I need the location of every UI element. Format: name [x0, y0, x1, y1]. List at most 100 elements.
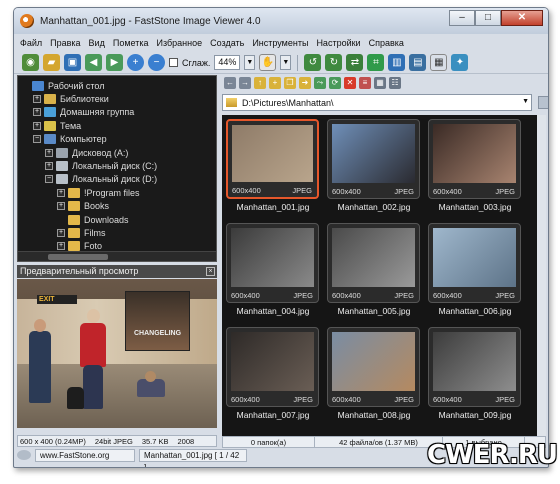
address-path: D:\Pictures\Manhattan\ [242, 97, 334, 108]
forward-icon[interactable]: → [239, 77, 251, 89]
menu-item-8[interactable]: Справка [369, 38, 404, 48]
compare-icon[interactable]: ▥ [388, 54, 406, 71]
tree-item[interactable]: − Локальный диск (D:) [45, 173, 157, 186]
open-folder-icon[interactable]: ▰ [43, 54, 60, 71]
thumbnail-item[interactable]: 600x400 JPEG Manhattan_006.jpg [426, 221, 522, 322]
chevron-down-icon[interactable]: ▼ [280, 55, 292, 70]
thumb-size-icon[interactable]: ▦ [374, 77, 386, 89]
thumbnail-frame[interactable]: 600x400 JPEG [428, 119, 521, 199]
fullscreen-icon[interactable]: ✦ [451, 54, 469, 71]
grid-scrollbar[interactable] [537, 115, 546, 436]
copy-folder-icon[interactable]: ❐ [284, 77, 296, 89]
save-icon[interactable]: ▣ [64, 54, 81, 71]
expand-icon[interactable]: + [33, 94, 41, 103]
thumbnail-frame[interactable]: 600x400 JPEG [226, 223, 319, 303]
tree-item[interactable]: + Домашняя группа [33, 106, 134, 119]
rotate-right-icon[interactable]: ↻ [325, 54, 343, 71]
expand-icon[interactable]: + [45, 161, 53, 170]
new-folder-icon[interactable]: + [269, 77, 281, 89]
menu-item-7[interactable]: Настройки [316, 38, 360, 48]
address-bar[interactable]: D:\Pictures\Manhattan\ ▼ [222, 94, 532, 111]
menu-item-5[interactable]: Создать [210, 38, 244, 48]
expand-icon[interactable]: + [45, 148, 53, 157]
close-button[interactable]: ✕ [501, 10, 543, 26]
crop-icon[interactable]: ⌗ [367, 54, 385, 71]
thumbnail-item[interactable]: 600x400 JPEG Manhattan_004.jpg [224, 221, 320, 322]
view-mode-icon[interactable]: ☷ [389, 77, 401, 89]
tree-item[interactable]: Downloads [57, 213, 129, 226]
browse-icon[interactable]: ◉ [22, 54, 39, 71]
thumbnail-frame[interactable]: 600x400 JPEG [226, 119, 319, 199]
zoom-select[interactable]: 44% [214, 55, 241, 70]
expand-icon[interactable]: + [33, 121, 41, 130]
copy-to-icon[interactable]: ⤳ [314, 77, 326, 89]
zoom-in-icon[interactable]: + [127, 54, 144, 71]
menu-item-0[interactable]: Файл [20, 38, 42, 48]
thumbnail-image [433, 124, 516, 183]
menu-item-6[interactable]: Инструменты [252, 38, 308, 48]
back-icon[interactable]: ← [224, 77, 236, 89]
rotate-left-icon[interactable]: ↺ [304, 54, 322, 71]
thumbnail-item[interactable]: 600x400 JPEG Manhattan_008.jpg [325, 325, 421, 426]
thumbnail-item[interactable]: 600x400 JPEG Manhattan_005.jpg [325, 221, 421, 322]
thumbnail-item[interactable]: 600x400 JPEG Manhattan_007.jpg [224, 325, 320, 426]
thumbnail-format: JPEG [293, 291, 313, 300]
collapse-icon[interactable]: − [33, 135, 41, 144]
thumbnail-frame[interactable]: 600x400 JPEG [327, 327, 420, 407]
tree-item[interactable]: + Тема [33, 119, 81, 132]
tree-scrollbar[interactable] [18, 251, 216, 261]
minimize-button[interactable]: – [449, 10, 475, 26]
thumbnail-frame[interactable]: 600x400 JPEG [428, 223, 521, 303]
thumbnail-view-icon[interactable]: ▦ [430, 54, 448, 71]
tree-item[interactable]: + Дисковод (A:) [45, 146, 128, 159]
sort-icon[interactable]: ≡ [359, 77, 371, 89]
tree-item[interactable]: + Films [57, 226, 106, 239]
chevron-down-icon[interactable]: ▼ [244, 55, 256, 70]
expand-icon[interactable]: + [57, 242, 65, 251]
tree-item[interactable]: − Компьютер [33, 133, 107, 146]
smooth-checkbox[interactable] [169, 58, 178, 67]
close-preview-icon[interactable]: × [206, 267, 215, 276]
expand-icon[interactable]: + [57, 202, 65, 211]
thumbnail-frame[interactable]: 600x400 JPEG [327, 119, 420, 199]
move-folder-icon[interactable]: ➜ [299, 77, 311, 89]
website-link[interactable]: www.FastStone.org [35, 448, 135, 462]
folder-up-icon[interactable]: ↑ [254, 77, 266, 89]
thumbnail-filename: Manhattan_005.jpg [337, 306, 411, 316]
chevron-down-icon[interactable]: ▼ [522, 98, 529, 105]
tree-item[interactable]: + Локальный диск (C:) [45, 159, 157, 172]
thumbnail-item[interactable]: 600x400 JPEG Manhattan_003.jpg [426, 117, 522, 218]
thumbnail-image [332, 228, 415, 287]
hand-tool-icon[interactable]: ✋ [259, 54, 277, 71]
thumbnail-frame[interactable]: 600x400 JPEG [327, 223, 420, 303]
delete-icon[interactable]: ✕ [344, 77, 356, 89]
menu-item-3[interactable]: Пометка [113, 38, 149, 48]
slideshow-icon[interactable]: ▤ [409, 54, 427, 71]
thumbnail-item[interactable]: 600x400 JPEG Manhattan_009.jpg [426, 325, 522, 426]
collapse-icon[interactable]: − [45, 175, 53, 184]
maximize-button[interactable]: □ [475, 10, 501, 26]
thumbnail-frame[interactable]: 600x400 JPEG [428, 327, 521, 407]
tree-item[interactable]: + !Program files [57, 186, 140, 199]
tree-item[interactable]: + Books [57, 200, 109, 213]
trash-icon[interactable] [538, 96, 548, 109]
thumbnail-dimensions: 600x400 [332, 395, 361, 404]
expand-icon[interactable]: + [57, 228, 65, 237]
thumbnail-item[interactable]: 600x400 JPEG Manhattan_001.jpg [224, 117, 320, 218]
expand-icon[interactable]: + [33, 108, 41, 117]
refresh-icon[interactable]: ⟳ [329, 77, 341, 89]
app-window: Manhattan_001.jpg - FastStone Image View… [13, 7, 549, 468]
expand-icon[interactable]: + [57, 188, 65, 197]
prev-image-icon[interactable]: ◀ [85, 54, 102, 71]
menu-item-1[interactable]: Правка [50, 38, 80, 48]
flip-icon[interactable]: ⇄ [346, 54, 364, 71]
thumbnail-frame[interactable]: 600x400 JPEG [226, 327, 319, 407]
menu-item-4[interactable]: Избранное [156, 38, 202, 48]
tree-item-label: Библиотеки [60, 93, 109, 104]
tree-item[interactable]: Рабочий стол [21, 79, 105, 92]
zoom-out-icon[interactable]: − [148, 54, 165, 71]
thumbnail-item[interactable]: 600x400 JPEG Manhattan_002.jpg [325, 117, 421, 218]
menu-item-2[interactable]: Вид [89, 38, 105, 48]
tree-item[interactable]: + Библиотеки [33, 92, 109, 105]
next-image-icon[interactable]: ▶ [106, 54, 123, 71]
